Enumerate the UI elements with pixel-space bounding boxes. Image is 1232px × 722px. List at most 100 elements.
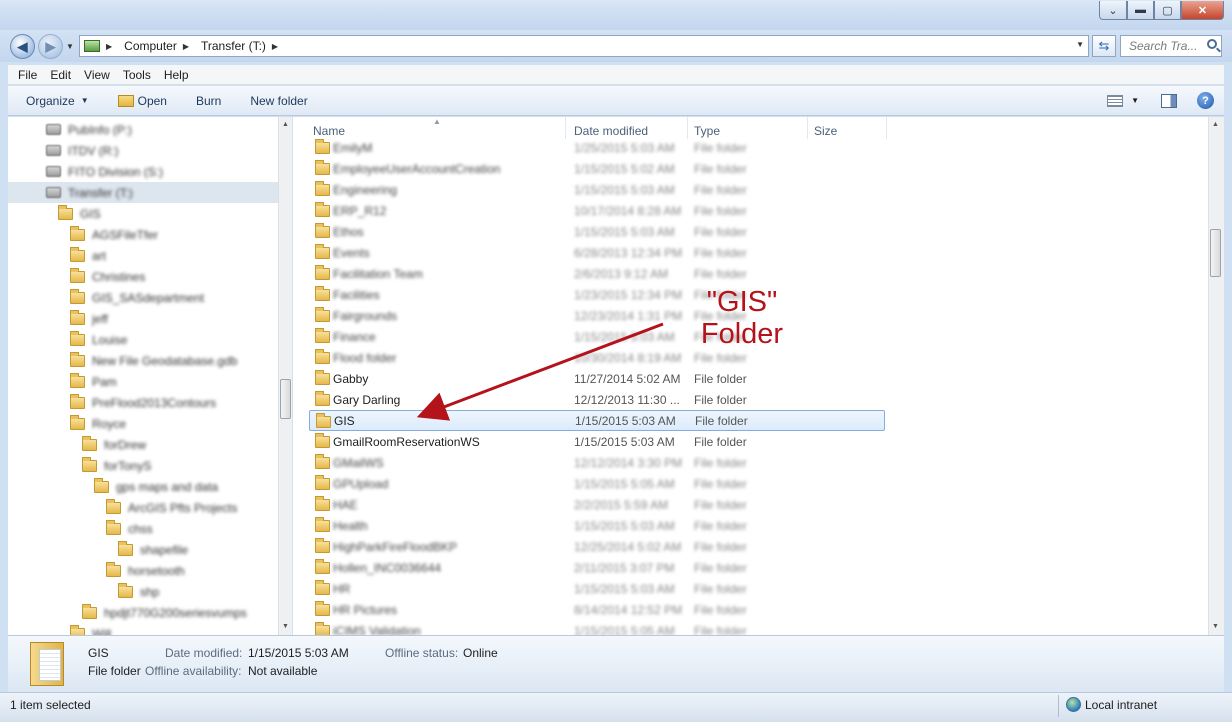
open-button[interactable]: Open	[117, 94, 167, 108]
burn-button[interactable]: Burn	[196, 94, 221, 108]
file-row[interactable]: Gary Darling 12/12/2013 11:30 ... File fol…	[309, 389, 885, 410]
file-row[interactable]: Facilitation Team 2/6/2013 9:12 AM File fo…	[309, 263, 885, 284]
file-row[interactable]: Finance 1/15/2015 5:03 AM File folder	[309, 326, 885, 347]
file-row[interactable]: HAE 2/2/2015 5:59 AM File folder	[309, 494, 885, 515]
nav-tree-item[interactable]: Christines	[70, 266, 145, 287]
menu-help[interactable]: Help	[164, 68, 189, 82]
nav-tree-item[interactable]: jeff	[70, 308, 108, 329]
preview-pane-icon[interactable]	[1161, 93, 1177, 108]
new-folder-button[interactable]: New folder	[250, 94, 307, 108]
menu-tools[interactable]: Tools	[123, 68, 151, 82]
breadcrumb-separator[interactable]: ▶	[183, 42, 195, 51]
nav-tree-item[interactable]: AGSFileTfer	[70, 224, 158, 245]
view-options-dropdown[interactable]: ▼	[1131, 96, 1139, 105]
menu-view[interactable]: View	[84, 68, 110, 82]
nav-tree-item[interactable]: hpdjt770G200seriesvumps	[82, 602, 247, 623]
restore-down-button[interactable]: ⌄	[1099, 1, 1127, 20]
nav-tree-item[interactable]: ITDV (R:)	[46, 140, 119, 161]
menu-edit[interactable]: Edit	[50, 68, 71, 82]
scrollbar-thumb[interactable]	[280, 379, 291, 419]
nav-tree-item[interactable]: New File Geodatabase.gdb	[70, 350, 237, 371]
file-row[interactable]: EmployeeUserAccountCreation 1/15/2015 5:0…	[309, 158, 885, 179]
file-row[interactable]: Hollen_INC0036644 2/11/2015 3:07 PM File f…	[309, 557, 885, 578]
nav-tree-item[interactable]: Louise	[70, 329, 127, 350]
nav-tree-item[interactable]: ArcGIS Pfts Projects	[106, 497, 237, 518]
file-row[interactable]: GPUpload 1/15/2015 5:05 AM File folder	[309, 473, 885, 494]
navigation-pane-scrollbar[interactable]: ▲ ▼	[278, 117, 292, 635]
file-row[interactable]: iCIMS Validation 1/15/2015 5:05 AM File fo…	[309, 620, 885, 635]
address-bar[interactable]: ▶ Computer ▶ Transfer (T:) ▶ ▼	[79, 35, 1089, 57]
breadcrumb-transfer[interactable]: Transfer (T:)	[201, 39, 266, 53]
file-row[interactable]: Engineering 1/15/2015 5:03 AM File folder	[309, 179, 885, 200]
file-row[interactable]: GmailRoomReservationWS 1/15/2015 5:03 AM F…	[309, 431, 885, 452]
file-row[interactable]: Fairgrounds 12/23/2014 1:31 PM File folder	[309, 305, 885, 326]
breadcrumb-computer[interactable]: Computer	[124, 39, 177, 53]
scroll-up-icon[interactable]: ▲	[282, 121, 289, 128]
file-row[interactable]: Ethos 1/15/2015 5:03 AM File folder	[309, 221, 885, 242]
change-view-icon[interactable]	[1107, 94, 1124, 107]
file-row[interactable]: HighParkFireFloodBKP 12/25/2014 5:02 AM Fi…	[309, 536, 885, 557]
address-dropdown-icon[interactable]: ▼	[1076, 40, 1084, 49]
search-input[interactable]: Search Tra...	[1120, 35, 1222, 57]
nav-tree-item[interactable]: Will	[70, 623, 111, 635]
file-row[interactable]: HR Pictures 8/14/2014 12:52 PM File folder	[309, 599, 885, 620]
help-icon[interactable]: ?	[1197, 92, 1214, 109]
nav-tree-item[interactable]: GIS	[58, 203, 101, 224]
nav-tree-item[interactable]: GIS_SASdepartment	[70, 287, 204, 308]
nav-tree-item[interactable]: FITO Division (S:)	[46, 161, 163, 182]
menu-file[interactable]: File	[18, 68, 37, 82]
nav-tree-item[interactable]: forDrew	[82, 434, 146, 455]
file-row[interactable]: Health 1/15/2015 5:03 AM File folder	[309, 515, 885, 536]
globe-icon	[1066, 697, 1081, 712]
nav-tree-item[interactable]: shapefile	[118, 539, 188, 560]
nav-tree-item[interactable]: gps maps and data	[94, 476, 218, 497]
nav-tree-item[interactable]: PreFlood2013Contours	[70, 392, 216, 413]
nav-tree-item-label: ITDV (R:)	[68, 143, 119, 158]
file-row[interactable]: ERP_R12 10/17/2014 8:28 AM File folder	[309, 200, 885, 221]
refresh-button[interactable]: ⇆	[1092, 35, 1116, 57]
nav-tree-item[interactable]: forTonyS	[82, 455, 151, 476]
file-row[interactable]: Flood folder 10/30/2014 8:19 AM File folde…	[309, 347, 885, 368]
nav-tree-item[interactable]: Transfer (T:)	[8, 182, 278, 203]
column-divider[interactable]	[565, 117, 566, 139]
scroll-down-icon[interactable]: ▼	[282, 623, 289, 630]
file-row[interactable]: GMailWS 12/12/2014 3:30 PM File folder	[309, 452, 885, 473]
nav-tree-item[interactable]: horsetooth	[106, 560, 185, 581]
organize-button[interactable]: Organize ▼	[26, 94, 89, 108]
minimize-button[interactable]: ▬	[1127, 1, 1154, 20]
nav-tree-item[interactable]: chss	[106, 518, 153, 539]
scrollbar-thumb[interactable]	[1210, 229, 1221, 277]
nav-tree-item[interactable]: Royce	[70, 413, 126, 434]
file-row[interactable]: EmilyM 1/25/2015 5:03 AM File folder	[309, 137, 885, 158]
file-row[interactable]: GIS 1/15/2015 5:03 AM File folder	[309, 410, 885, 431]
file-row[interactable]: HR 1/15/2015 5:03 AM File folder	[309, 578, 885, 599]
file-date-modified: 6/28/2013 12:34 PM	[574, 245, 683, 260]
file-row[interactable]: Events 6/28/2013 12:34 PM File folder	[309, 242, 885, 263]
breadcrumb-root-arrow[interactable]: ▶	[106, 42, 118, 51]
nav-tree-item[interactable]: PubInfo (P:)	[46, 119, 132, 140]
maximize-button[interactable]: ▢	[1154, 1, 1181, 20]
close-button[interactable]: ✕	[1181, 1, 1224, 20]
file-row[interactable]: Facilities 1/23/2015 12:34 PM File folder	[309, 284, 885, 305]
nav-tree-item[interactable]: shp	[118, 581, 159, 602]
column-divider[interactable]	[687, 117, 688, 139]
nav-tree-item-label: hpdjt770G200seriesvumps	[104, 605, 247, 620]
file-name: Gabby	[333, 371, 369, 386]
file-list-scrollbar[interactable]: ▲ ▼	[1208, 117, 1224, 635]
breadcrumb-separator[interactable]: ▶	[272, 42, 284, 51]
back-button[interactable]: ◀	[10, 34, 35, 59]
nav-tree-item-label: gps maps and data	[116, 479, 219, 494]
scroll-down-icon[interactable]: ▼	[1212, 623, 1219, 630]
nav-tree-item[interactable]: Pam	[70, 371, 117, 392]
folder-icon	[315, 244, 330, 259]
search-icon[interactable]	[1207, 39, 1217, 49]
folder-icon	[70, 414, 85, 430]
nav-tree-item[interactable]: art	[70, 245, 106, 266]
column-divider[interactable]	[886, 117, 887, 139]
scroll-up-icon[interactable]: ▲	[1212, 121, 1219, 128]
recent-pages-dropdown[interactable]: ▼	[66, 42, 74, 51]
column-divider[interactable]	[807, 117, 808, 139]
forward-button[interactable]: ▶	[38, 34, 63, 59]
file-row[interactable]: Gabby 11/27/2014 5:02 AM File folder	[309, 368, 885, 389]
folder-icon	[118, 540, 133, 556]
